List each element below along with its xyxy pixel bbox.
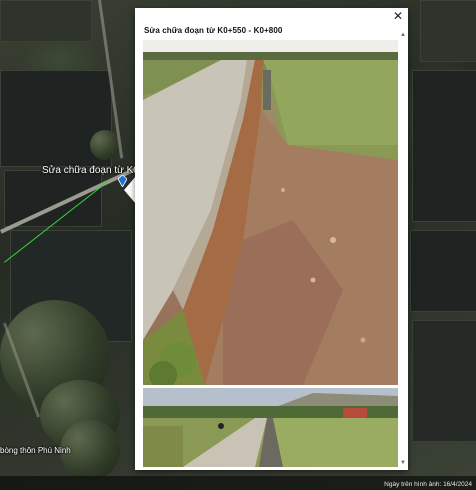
placemark-popup: ✕ Sửa chữa đoạn từ K0+550 - K0+800 ▲ ▼ — [135, 8, 408, 470]
imagery-date: Ngày trên hình ảnh: 16/4/2024 — [384, 481, 472, 488]
placemark-label[interactable]: Sửa chữa đoạn từ K0+ — [42, 165, 145, 176]
map-field — [410, 230, 476, 312]
village-label: bòng thôn Phú Ninh — [0, 446, 71, 455]
scroll-up-icon[interactable]: ▲ — [400, 32, 406, 38]
close-icon[interactable]: ✕ — [391, 9, 405, 23]
map-field — [4, 170, 102, 227]
popup-title: Sửa chữa đoạn từ K0+550 - K0+800 — [144, 26, 283, 35]
photo-illustration — [143, 388, 398, 467]
scroll-down-icon[interactable]: ▼ — [400, 460, 406, 466]
map-footer: Ngày trên hình ảnh: 16/4/2024 — [0, 476, 476, 490]
photo-road-repair — [143, 40, 398, 385]
map-field — [412, 320, 476, 442]
tree-cluster — [90, 130, 120, 160]
map-field — [412, 70, 476, 222]
map-field — [0, 0, 92, 42]
map-field — [420, 0, 476, 62]
photo-road-overview — [143, 388, 398, 467]
photo-illustration — [143, 40, 398, 385]
